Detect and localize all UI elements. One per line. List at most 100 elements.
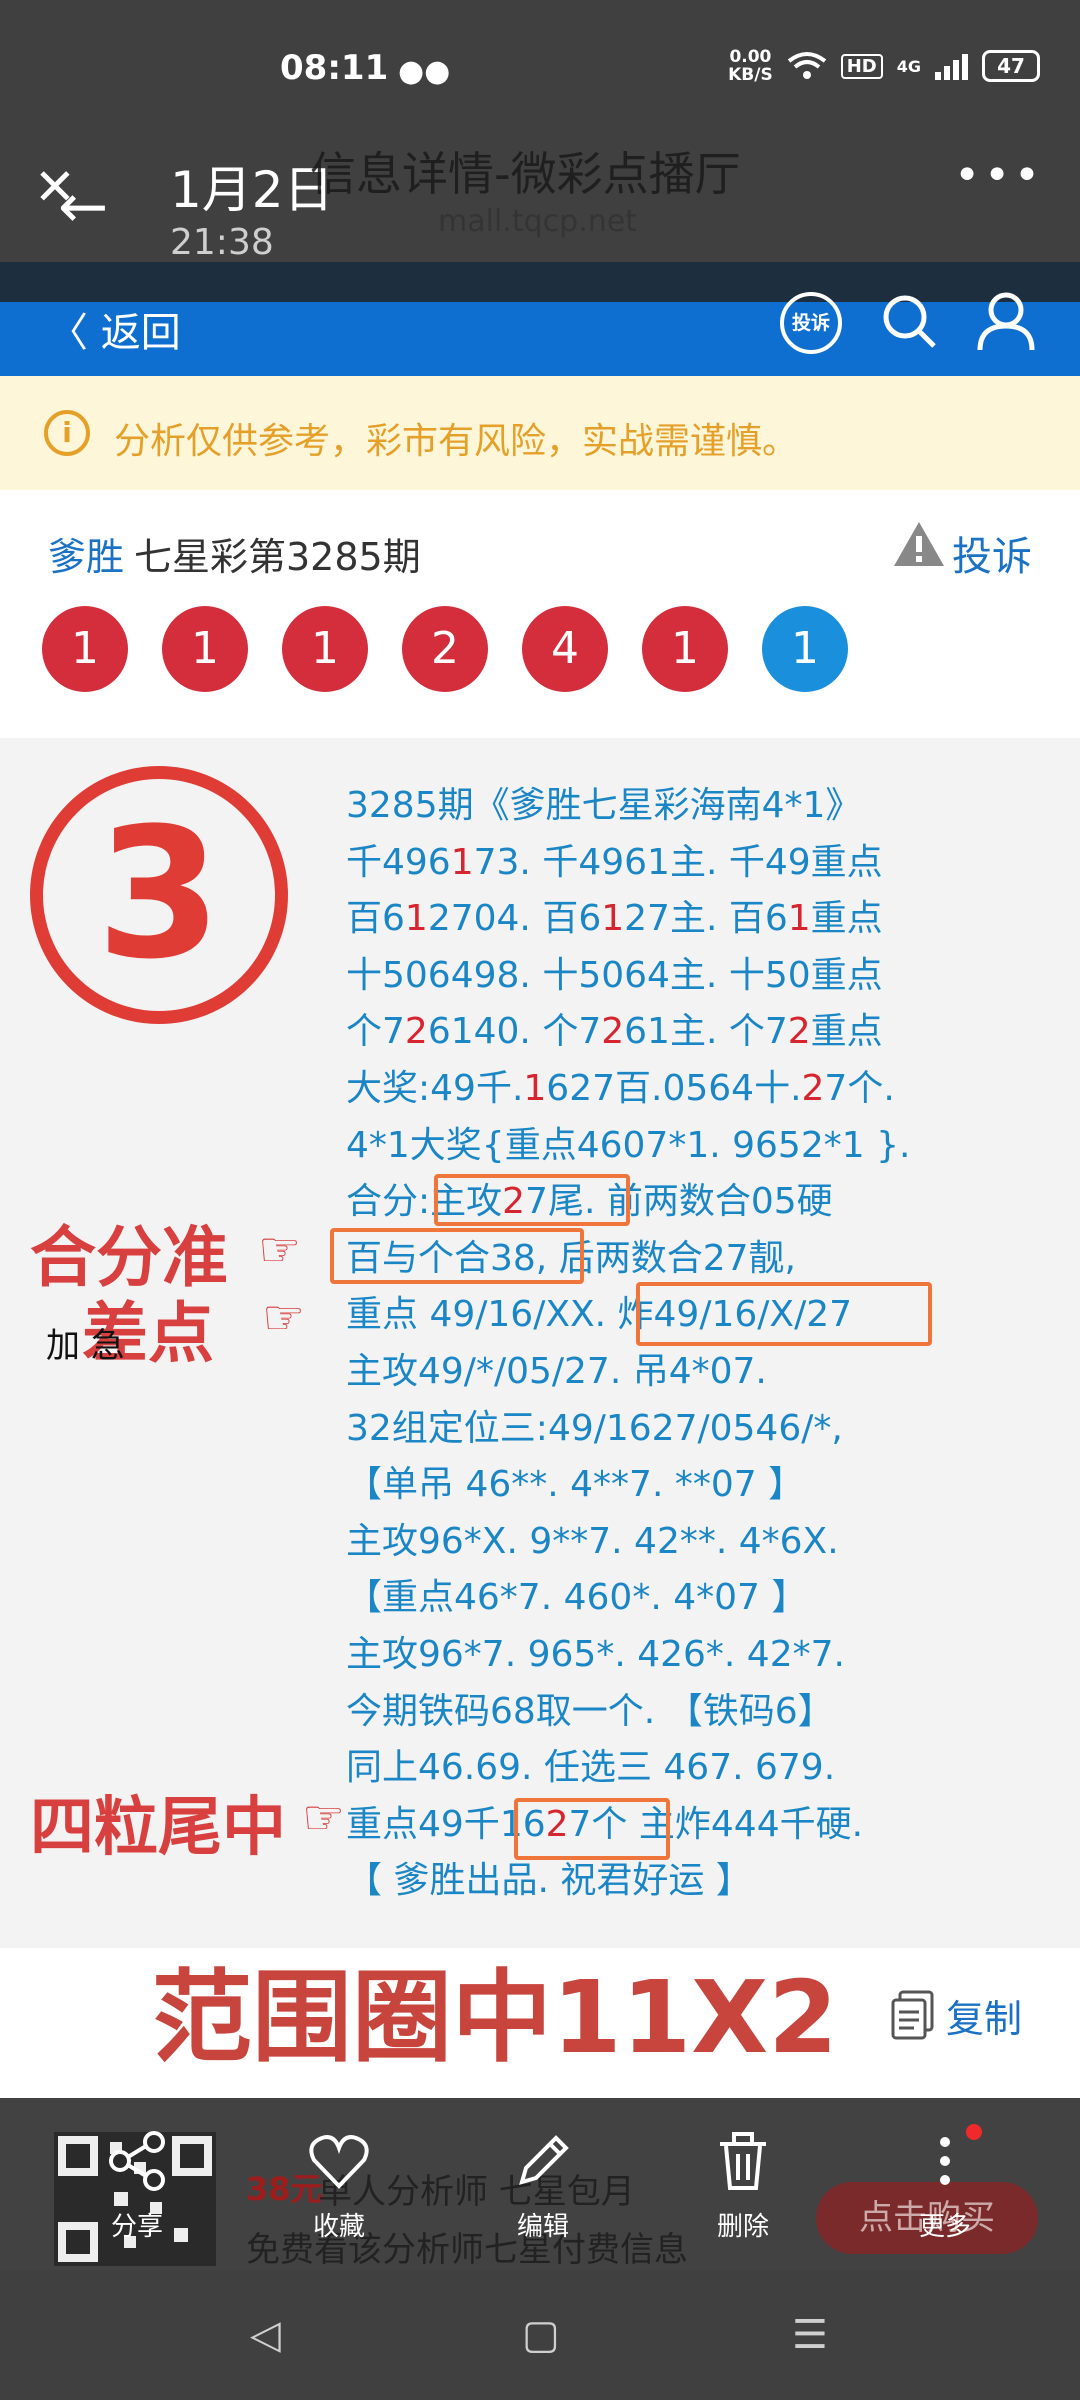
share-button[interactable]: 分享 bbox=[82, 2130, 192, 2243]
post-text-segment: 千496 bbox=[346, 841, 451, 883]
viewer-time: 21:38 bbox=[170, 222, 274, 263]
post-line: 千496173. 千4961主. 千49重点 bbox=[346, 835, 1066, 892]
highlighted-digit: 1 bbox=[450, 841, 474, 883]
user-icon[interactable] bbox=[976, 290, 1036, 352]
post-text-segment: 27主. 百6 bbox=[624, 898, 788, 940]
report-button[interactable]: 投诉 bbox=[952, 524, 1032, 582]
post-text-segment: 同上46.69. 任选三 467. 679. bbox=[346, 1747, 836, 1789]
post-text-segment: 十506498. 十5064主. 十50重点 bbox=[346, 954, 883, 996]
notification-dot bbox=[966, 2124, 982, 2140]
post-text-segment: 大奖:49千. bbox=[346, 1067, 524, 1109]
edit-label: 编辑 bbox=[516, 2212, 569, 2242]
result-ball: 1 bbox=[642, 606, 728, 692]
post-text-segment: 主攻49/*/05/27. 吊4*07. bbox=[346, 1350, 767, 1392]
copy-button[interactable]: 复制 bbox=[946, 1988, 1022, 2043]
post-line: 【重点46*7. 460*. 4*07 】 bbox=[346, 1570, 1066, 1627]
post-text-segment: 个7 bbox=[346, 1011, 405, 1053]
share-label: 分享 bbox=[110, 2212, 163, 2242]
net-speed: 0.00 KB/S bbox=[728, 47, 773, 85]
heart-icon bbox=[309, 2135, 369, 2189]
post-text-segment: 主. 千49重点 bbox=[669, 841, 883, 883]
page-title: 信息详情-微彩点播厅 bbox=[310, 147, 741, 201]
info-icon: i bbox=[44, 410, 90, 456]
favorite-button[interactable]: 收藏 bbox=[284, 2130, 394, 2243]
result-ball: 2 bbox=[402, 606, 488, 692]
highlighted-digit: 1 bbox=[601, 898, 625, 940]
hd-badge: HD bbox=[840, 53, 883, 79]
annotation-jia-ji: 加 急 bbox=[46, 1326, 125, 1366]
post-text-segment: 主攻96*X. 9**7. 42**. 4*6X. bbox=[346, 1520, 839, 1562]
annotation-range-hit: 范围圈中11X2 bbox=[152, 1959, 838, 2076]
back-arrow-icon[interactable]: ← bbox=[58, 172, 108, 242]
post-text-segment: 7个. bbox=[824, 1067, 895, 1109]
nav-back-button[interactable]: 〈 返回 bbox=[48, 300, 181, 358]
post-text-segment: 627百.0564十. bbox=[546, 1067, 802, 1109]
search-icon[interactable] bbox=[880, 292, 938, 350]
system-back-icon[interactable]: ◁ bbox=[250, 2312, 281, 2358]
annotation-four-tails: 四粒尾中 bbox=[30, 1791, 286, 1865]
post-line: 今期铁码68取一个. 【铁码6】 bbox=[346, 1684, 1066, 1741]
chat-notification-icon: ●● bbox=[398, 54, 451, 89]
post-line: 主攻96*X. 9**7. 42**. 4*6X. bbox=[346, 1514, 1066, 1571]
post-text-segment: 重点 bbox=[810, 898, 883, 940]
status-time: 08:11 bbox=[280, 48, 389, 88]
edit-button[interactable]: 编辑 bbox=[488, 2130, 598, 2243]
system-home-icon[interactable]: ▢ bbox=[522, 2312, 560, 2358]
highlight-box bbox=[434, 1174, 630, 1226]
wifi-icon bbox=[787, 52, 826, 79]
risk-notice-text: 分析仅供参考，彩市有风险，实战需谨慎。 bbox=[114, 421, 799, 462]
copy-icon[interactable] bbox=[890, 1990, 936, 2040]
post-text-segment: 2704. 百6 bbox=[427, 898, 602, 940]
post-text-segment: 【单吊 46**. 4**7. **07 】 bbox=[346, 1464, 805, 1506]
highlighted-digit: 2 bbox=[404, 1011, 428, 1053]
pointing-hand-icon: ☞ bbox=[258, 1222, 302, 1278]
trash-icon bbox=[720, 2132, 766, 2190]
delete-label: 删除 bbox=[716, 2212, 769, 2242]
post-line: 大奖:49千.1627百.0564十.27个. bbox=[346, 1061, 1066, 1118]
delete-button[interactable]: 删除 bbox=[688, 2130, 798, 2243]
system-recents-icon[interactable]: ☰ bbox=[792, 2312, 828, 2358]
post-line: 重点49千1627个 主炸444千硬. bbox=[346, 1797, 1066, 1854]
post-line: 【单吊 46**. 4**7. **07 】 bbox=[346, 1457, 1066, 1514]
post-line: 十506498. 十5064主. 十50重点 bbox=[346, 948, 1066, 1005]
result-ball: 1 bbox=[162, 606, 248, 692]
post-text-segment: 3285期《爹胜七星彩海南4*1》 bbox=[346, 785, 862, 826]
highlight-box bbox=[514, 1798, 670, 1860]
warning-icon[interactable] bbox=[892, 520, 946, 568]
more-label: 更多 bbox=[918, 2212, 971, 2242]
nav-back-label: 返回 bbox=[100, 310, 181, 356]
status-indicators: 0.00 KB/S HD 4G 47 bbox=[728, 48, 1040, 84]
result-ball-special: 1 bbox=[762, 606, 848, 692]
page-url: mall.tqcp.net bbox=[438, 204, 637, 239]
more-button[interactable]: 更多 bbox=[890, 2130, 1000, 2243]
chevron-left-icon: 〈 bbox=[48, 310, 101, 356]
result-ball: 1 bbox=[282, 606, 368, 692]
more-options-icon[interactable]: ••• bbox=[954, 150, 1044, 201]
post-text-segment: 今期铁码68取一个. 【铁码6】 bbox=[346, 1690, 834, 1732]
highlighted-digit: 2 bbox=[601, 1011, 625, 1053]
post-line: 32组定位三:49/1627/0546/*, bbox=[346, 1401, 1066, 1458]
analyst-name[interactable]: 爹胜 bbox=[48, 526, 124, 581]
favorite-label: 收藏 bbox=[312, 2212, 365, 2242]
pencil-icon bbox=[519, 2135, 569, 2185]
result-ball: 1 bbox=[42, 606, 128, 692]
circled-number-digit: 3 bbox=[96, 790, 222, 999]
highlighted-digit: 2 bbox=[801, 1067, 825, 1109]
post-line: 百612704. 百6127主. 百61重点 bbox=[346, 891, 1066, 948]
highlight-box bbox=[330, 1228, 584, 1284]
post-text-segment: 73. 千4961 bbox=[473, 841, 670, 883]
post-line: 【 爹胜出品. 祝君好运 】 bbox=[346, 1853, 1066, 1910]
share-icon bbox=[109, 2131, 165, 2191]
complain-button[interactable]: 投诉 bbox=[780, 292, 842, 354]
signal-icon bbox=[935, 52, 968, 80]
pointing-hand-icon: ☞ bbox=[262, 1290, 306, 1346]
post-text-segment: 主攻96*7. 965*. 426*. 42*7. bbox=[346, 1633, 845, 1675]
highlight-box bbox=[636, 1282, 932, 1346]
highlighted-digit: 2 bbox=[787, 1011, 811, 1053]
post-text-segment: 【重点46*7. 460*. 4*07 】 bbox=[346, 1577, 808, 1619]
network-type: 4G bbox=[896, 56, 921, 76]
highlighted-digit: 1 bbox=[523, 1067, 547, 1109]
highlighted-digit: 1 bbox=[404, 898, 428, 940]
post-line: 主攻49/*/05/27. 吊4*07. bbox=[346, 1344, 1066, 1401]
post-text-segment: 61主. 个7 bbox=[624, 1011, 788, 1053]
